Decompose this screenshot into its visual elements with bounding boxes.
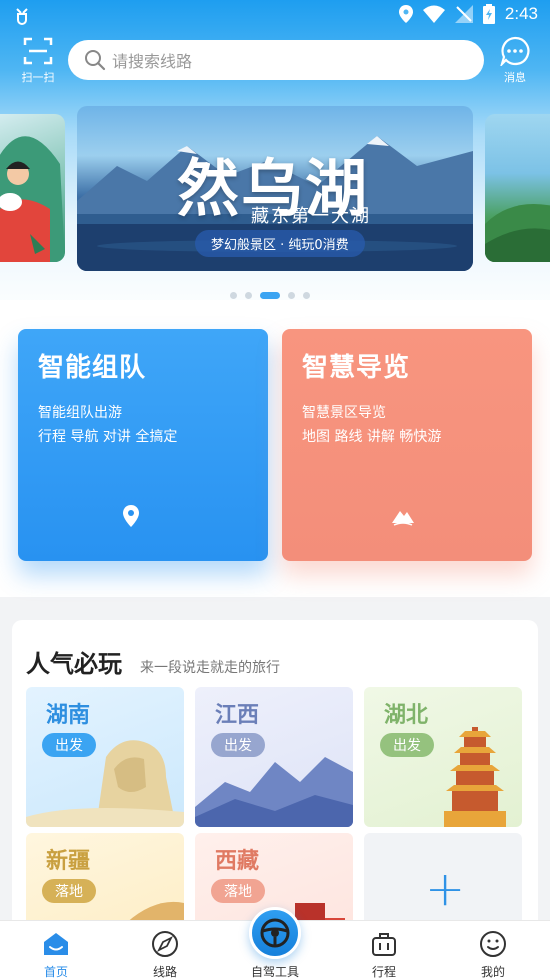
message-button[interactable]: 消息 xyxy=(492,36,538,85)
search-input[interactable]: 请搜索线路 xyxy=(68,40,484,80)
no-signal-icon xyxy=(454,5,473,23)
tab-trip[interactable]: 行程 xyxy=(344,929,424,979)
banner-prev-slide[interactable] xyxy=(0,114,65,262)
carousel-indicator xyxy=(230,292,310,299)
destination-name: 新疆 xyxy=(46,849,91,874)
tab-home-label: 首页 xyxy=(43,965,68,979)
smart-guide-desc-1: 智慧景区导览 xyxy=(302,405,386,421)
destination-tag: 落地 xyxy=(211,879,265,903)
cartoon-figure-illustration xyxy=(0,136,65,262)
banner-slide-active[interactable]: 然乌湖 藏东第一大湖 梦幻般景区 · 纯玩0消费 xyxy=(77,106,473,271)
destination-name: 西藏 xyxy=(215,849,260,874)
destination-tag: 落地 xyxy=(42,879,96,903)
carousel-dot[interactable] xyxy=(230,292,237,299)
smart-team-desc-1: 智能组队出游 xyxy=(38,405,122,421)
green-hills-illustration xyxy=(485,204,550,262)
plus-icon: + xyxy=(425,861,466,917)
tab-route-label: 线路 xyxy=(152,965,177,979)
battery-charging-icon xyxy=(482,4,495,24)
search-placeholder: 请搜索线路 xyxy=(112,52,193,71)
tab-home[interactable]: 首页 xyxy=(16,929,96,979)
wifi-icon xyxy=(422,5,445,23)
drive-tools-button xyxy=(249,907,301,959)
carousel-dot[interactable] xyxy=(288,292,295,299)
usb-debug-icon xyxy=(16,8,28,25)
banner-pill: 梦幻般景区 · 纯玩0消费 xyxy=(195,230,365,257)
banner-subtitle: 藏东第一大湖 xyxy=(251,206,371,227)
banner-next-slide[interactable] xyxy=(485,114,550,262)
compass-navigation-icon xyxy=(152,931,178,957)
smiley-user-icon xyxy=(480,931,506,957)
carousel-dot-active[interactable] xyxy=(260,292,280,299)
tab-trip-label: 行程 xyxy=(371,965,396,979)
popular-title: 人气必玩 xyxy=(26,650,122,678)
destination-card-jiangxi[interactable]: 江西 出发 xyxy=(195,687,353,827)
message-label: 消息 xyxy=(504,71,526,84)
location-status-icon xyxy=(398,5,413,23)
destination-name: 湖北 xyxy=(384,703,429,728)
destination-card-hunan[interactable]: 湖南 出发 xyxy=(26,687,184,827)
tab-mine[interactable]: 我的 xyxy=(453,929,533,979)
destination-name: 江西 xyxy=(215,703,260,728)
destination-card-hubei[interactable]: 湖北 出发 xyxy=(364,687,522,827)
tab-drive-tools[interactable]: 自驾工具 xyxy=(235,907,315,979)
smart-team-title: 智能组队 xyxy=(38,353,147,383)
destination-name: 湖南 xyxy=(46,703,91,728)
scan-icon xyxy=(23,37,53,65)
destination-tag: 出发 xyxy=(211,733,265,757)
scan-button[interactable]: 扫一扫 xyxy=(14,36,62,85)
scan-label: 扫一扫 xyxy=(21,71,55,84)
tab-mine-label: 我的 xyxy=(480,965,505,979)
smart-guide-title: 智慧导览 xyxy=(302,353,411,383)
tab-drive-tools-label: 自驾工具 xyxy=(250,965,299,979)
smart-guide-card[interactable]: 智慧导览 智慧景区导览 地图 路线 讲解 畅快游 xyxy=(282,329,532,561)
carousel-dot[interactable] xyxy=(303,292,310,299)
smart-team-card[interactable]: 智能组队 智能组队出游 行程 导航 对讲 全搞定 xyxy=(18,329,268,561)
home-icon xyxy=(44,933,68,955)
popular-subtitle: 来一段说走就走的旅行 xyxy=(140,660,280,676)
status-time: 2:43 xyxy=(504,4,538,23)
status-bar: 2:43 xyxy=(0,0,550,32)
search-icon xyxy=(85,50,106,71)
location-pin-icon xyxy=(123,505,139,527)
destination-tag: 出发 xyxy=(42,733,96,757)
tab-route[interactable]: 线路 xyxy=(125,929,205,979)
popular-header: 人气必玩 来一段说走就走的旅行 xyxy=(26,644,280,679)
bottom-tab-bar: 首页 线路 自驾工具 行程 我的 xyxy=(0,907,550,979)
smart-team-desc-2: 行程 导航 对讲 全搞定 xyxy=(38,429,178,445)
mountain-icon xyxy=(392,511,414,526)
steering-wheel-icon xyxy=(260,918,290,948)
luggage-icon xyxy=(372,933,396,956)
chat-bubble-icon xyxy=(500,36,530,66)
carousel-dot[interactable] xyxy=(245,292,252,299)
destination-tag: 出发 xyxy=(380,733,434,757)
smart-guide-desc-2: 地图 路线 讲解 畅快游 xyxy=(302,429,442,445)
